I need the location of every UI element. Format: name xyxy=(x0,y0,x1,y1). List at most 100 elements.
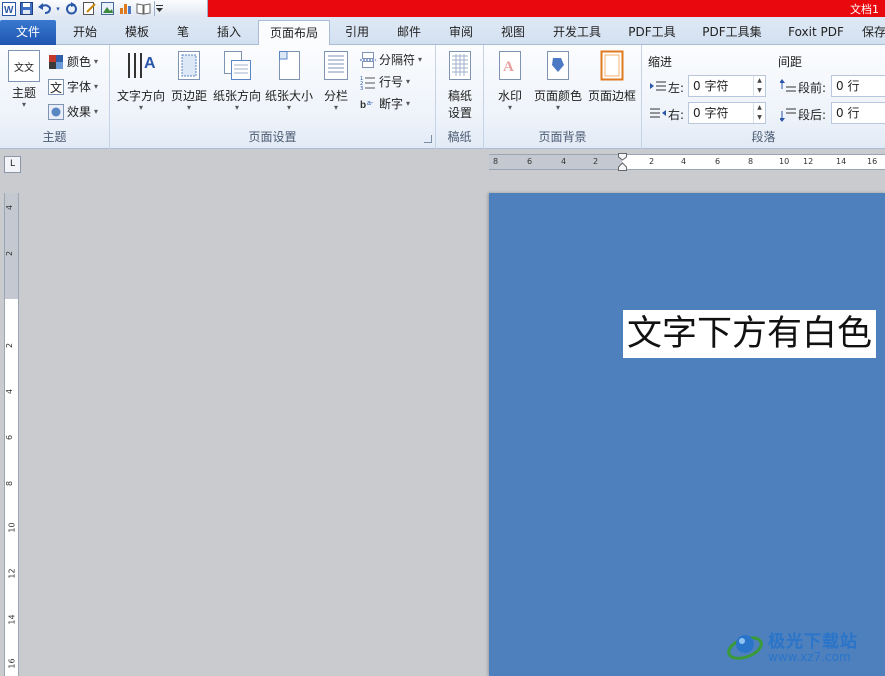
tab-review[interactable]: 审阅 xyxy=(438,20,484,45)
text-direction-label: 文字方向 xyxy=(116,89,165,103)
orientation-button[interactable]: 纸张方向 ▾ xyxy=(212,50,262,112)
quick-access-toolbar: W ▾ xyxy=(0,0,208,17)
spin-arrows-icon[interactable]: ▲ ▼ xyxy=(753,76,765,96)
tab-foxit-pdf[interactable]: Foxit PDF xyxy=(778,20,854,45)
ruler-tick: 4 xyxy=(561,157,567,166)
ruler-tick: 16 xyxy=(7,658,17,669)
ruler-tick: 4 xyxy=(5,388,15,395)
svg-text:A: A xyxy=(144,55,156,72)
page-color-button[interactable]: 页面颜色 ▾ xyxy=(532,50,584,112)
page-background-group-label: 页面背景 xyxy=(538,130,587,144)
spacing-before-input[interactable]: 0 行 xyxy=(831,75,885,97)
dropdown-arrow-icon: ▾ xyxy=(234,103,239,112)
tab-save[interactable]: 保存 xyxy=(862,20,885,45)
spin-arrows-icon[interactable]: ▲ ▼ xyxy=(753,103,765,123)
tab-pen[interactable]: 笔 xyxy=(166,20,200,45)
manuscript-group: 稿纸 设置 稿纸 xyxy=(436,45,484,149)
hyphenation-button[interactable]: b a- 断字 ▾ xyxy=(360,95,410,112)
tab-mailings[interactable]: 邮件 xyxy=(386,20,432,45)
ruler-tick: 8 xyxy=(748,157,754,166)
page-size-button[interactable]: 纸张大小 ▾ xyxy=(264,50,314,112)
undo-dropdown-icon[interactable]: ▾ xyxy=(55,1,61,16)
dropdown-arrow-icon: ▾ xyxy=(555,103,560,112)
dropdown-arrow-icon: ▾ xyxy=(286,103,291,112)
margins-icon xyxy=(178,51,200,80)
line-numbers-label: 行号 xyxy=(379,75,404,89)
tab-view[interactable]: 视图 xyxy=(490,20,536,45)
ruler-tick: 2 xyxy=(5,342,15,349)
page-color-icon xyxy=(547,51,569,80)
edit-document-icon[interactable] xyxy=(82,1,97,16)
theme-group-label: 主题 xyxy=(42,130,67,144)
spacing-title: 间距 xyxy=(778,55,803,69)
spacing-after-input[interactable]: 0 行 xyxy=(831,102,885,124)
spacing-before-label: 段前: xyxy=(798,81,827,95)
theme-fonts-button[interactable]: 文 字体 ▾ xyxy=(48,78,98,95)
ruler-tick: 6 xyxy=(527,157,533,166)
indent-right-label: 右: xyxy=(668,108,685,122)
book-icon[interactable] xyxy=(136,1,151,16)
ruler-tick: 4 xyxy=(681,157,687,166)
tab-references[interactable]: 引用 xyxy=(336,20,378,45)
manuscript-label-line1: 稿纸 xyxy=(447,89,472,103)
tab-developer[interactable]: 开发工具 xyxy=(542,20,612,45)
indent-right-input[interactable]: 0 字符 ▲ ▼ xyxy=(688,102,766,124)
chart-icon[interactable] xyxy=(118,1,133,16)
tab-templates[interactable]: 模板 xyxy=(114,20,160,45)
ruler-tick: 6 xyxy=(5,434,15,441)
picture-icon[interactable] xyxy=(100,1,115,16)
indent-marker-icon[interactable] xyxy=(618,153,627,171)
dropdown-arrow-icon: ▾ xyxy=(21,100,26,109)
tab-selector-icon[interactable]: L xyxy=(4,156,21,173)
tab-file[interactable]: 文件 xyxy=(0,20,56,45)
dropdown-arrow-icon: ▾ xyxy=(406,76,411,86)
svg-text:3: 3 xyxy=(360,86,363,90)
page-borders-button[interactable]: 页面边框 xyxy=(586,50,638,104)
orientation-icon xyxy=(224,51,251,80)
page-setup-group-label: 页面设置 xyxy=(248,130,297,144)
spacing-after-value: 0 行 xyxy=(836,106,860,120)
page-size-icon xyxy=(279,51,300,80)
redo-icon[interactable] xyxy=(64,1,79,16)
ruler-tick: 12 xyxy=(803,157,814,166)
undo-icon[interactable] xyxy=(37,1,52,16)
margins-button[interactable]: 页边距 ▾ xyxy=(168,50,210,112)
ruler-tick: 14 xyxy=(7,614,17,625)
svg-text:b: b xyxy=(360,100,366,111)
theme-effects-button[interactable]: 效果 ▾ xyxy=(48,103,98,120)
ruler-area: L 8 6 4 2 2 4 6 8 10 12 14 16 xyxy=(0,149,885,176)
themes-button[interactable]: 文文 主题 ▾ xyxy=(4,50,44,109)
dropdown-arrow-icon: ▾ xyxy=(418,54,423,64)
breaks-button[interactable]: 分隔符 ▾ xyxy=(360,51,422,68)
svg-text:a-: a- xyxy=(367,100,374,107)
dropdown-arrow-icon: ▾ xyxy=(186,103,191,112)
ruler-tick: 8 xyxy=(493,157,499,166)
manuscript-settings-button[interactable]: 稿纸 设置 xyxy=(442,50,478,121)
columns-button[interactable]: 分栏 ▾ xyxy=(318,50,354,112)
vertical-ruler[interactable]: 4 2 2 4 6 8 10 12 14 16 xyxy=(4,193,19,676)
theme-group: 文文 主题 ▾ 颜色 ▾ 文 字体 ▾ 效果 ▾ 主题 xyxy=(0,45,110,149)
tab-pdf-tools[interactable]: PDF工具 xyxy=(618,20,686,45)
customize-toolbar-icon[interactable] xyxy=(154,1,163,16)
horizontal-ruler[interactable]: 8 6 4 2 2 4 6 8 10 12 14 16 xyxy=(489,153,885,171)
text-direction-button[interactable]: A 文字方向 ▾ xyxy=(116,50,166,112)
document-page[interactable]: 文字下方有白色 xyxy=(489,193,885,676)
spacing-after-icon xyxy=(780,108,796,122)
word-app-icon[interactable]: W xyxy=(1,1,16,16)
line-numbers-button[interactable]: 123 行号 ▾ xyxy=(360,73,410,90)
tab-page-layout[interactable]: 页面布局 xyxy=(258,20,330,46)
indent-left-input[interactable]: 0 字符 ▲ ▼ xyxy=(688,75,766,97)
page-setup-dialog-launcher-icon[interactable] xyxy=(424,135,432,143)
watermark-button[interactable]: A 水印 ▾ xyxy=(490,50,530,112)
tab-home[interactable]: 开始 xyxy=(62,20,108,45)
ruler-tick: 8 xyxy=(5,480,15,487)
page-background-group: A 水印 ▾ 页面颜色 ▾ 页面边框 页面背景 xyxy=(484,45,642,149)
save-icon[interactable] xyxy=(19,1,34,16)
tab-insert[interactable]: 插入 xyxy=(206,20,252,45)
document-text[interactable]: 文字下方有白色 xyxy=(623,310,877,358)
dropdown-arrow-icon: ▾ xyxy=(94,56,99,66)
tab-pdf-toolset[interactable]: PDF工具集 xyxy=(692,20,772,45)
ribbon-tab-bar: 文件 开始 模板 笔 插入 页面布局 引用 邮件 审阅 视图 开发工具 PDF工… xyxy=(0,17,885,46)
theme-colors-button[interactable]: 颜色 ▾ xyxy=(48,53,98,70)
palette-icon xyxy=(49,54,63,69)
